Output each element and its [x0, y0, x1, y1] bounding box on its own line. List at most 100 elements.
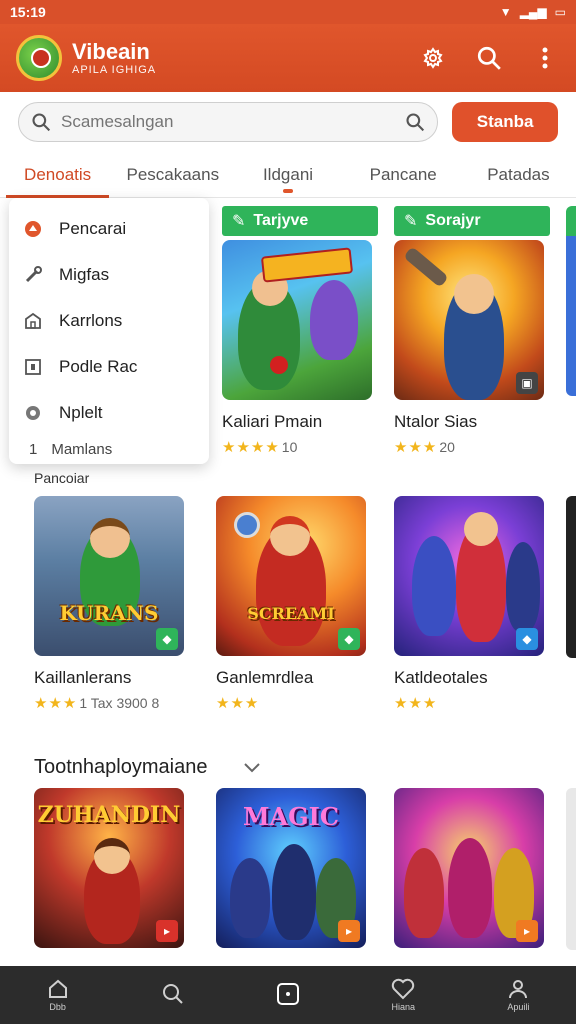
apple-shape — [270, 356, 288, 374]
orb-shape — [234, 512, 260, 538]
character-head — [94, 838, 130, 874]
character-head — [90, 518, 130, 558]
dropdown-item[interactable]: Migfas — [9, 252, 209, 298]
section-label: Pancoiar — [34, 470, 90, 486]
next-card-edge — [566, 788, 576, 950]
app-root: 15:19 ▼ ▂▄▆ ▭ Vibeain APILA IGHIGA Scame… — [0, 0, 576, 1024]
card-badge: ✎ Tarjyve — [222, 206, 378, 236]
dropdown-item[interactable]: Karrlons — [9, 298, 209, 344]
search-submit-icon[interactable] — [405, 112, 425, 132]
nav-center[interactable] — [230, 966, 345, 1024]
game-card[interactable]: MAGIC ▸ — [216, 788, 372, 948]
nav-profile[interactable]: Apuili — [461, 966, 576, 1024]
game-card[interactable]: ▸ — [394, 788, 550, 948]
rating-stars: ★★★★ — [222, 439, 280, 456]
next-card-edge — [566, 496, 576, 658]
game-artwork — [222, 240, 372, 400]
section-title: Tootnhaploymaiane — [34, 756, 208, 778]
tab-3-label: Ildgani — [262, 164, 314, 184]
search-button[interactable] — [474, 43, 504, 73]
square-icon — [23, 357, 43, 377]
tab-indicator-dot — [283, 189, 293, 193]
home-icon — [48, 979, 67, 998]
card-rating: ★★★ — [394, 694, 550, 712]
status-bar: 15:19 ▼ ▂▄▆ ▭ — [0, 0, 576, 24]
store-icon — [23, 311, 43, 331]
chevron-down-icon — [244, 762, 261, 772]
tab-2[interactable]: Pescakaans — [115, 152, 230, 197]
dropdown-item-label: Migfas — [59, 265, 110, 284]
dropdown-item[interactable]: Podle Rac — [9, 344, 209, 390]
card-title: Kaliari Pmain — [222, 412, 323, 431]
character-head — [464, 512, 498, 546]
sub-item-prefix: 1 — [29, 440, 38, 458]
game-logo-text: MAGIC — [242, 802, 339, 831]
search-row: Stanba — [0, 92, 576, 152]
game-artwork: ZUHANDIN ▸ — [34, 788, 184, 948]
square-icon — [277, 983, 299, 1005]
dropdown-sub-item[interactable]: 1 Mamlans — [9, 436, 209, 462]
game-artwork: ◆ — [394, 496, 544, 656]
app-title: Vibeain — [72, 39, 150, 64]
game-artwork: MAGIC ▸ — [216, 788, 366, 948]
character-figure — [412, 536, 456, 636]
rating-value: 10 — [281, 439, 298, 455]
tab-1[interactable]: Denoatis — [0, 152, 115, 198]
tab-4[interactable]: Pancane — [346, 152, 461, 197]
card-title: Kaillanlerans — [34, 668, 132, 687]
dropdown-item[interactable]: Nplelt — [9, 390, 209, 436]
rating-stars: ★★★ — [394, 439, 438, 456]
bottom-nav: Dbb Hiana Apuili — [0, 966, 576, 1024]
search-action-button[interactable]: Stanba — [452, 102, 558, 142]
profile-icon — [509, 980, 528, 999]
card-rating: ★★★ 20 — [394, 438, 550, 456]
game-card[interactable]: ZUHANDIN ▸ — [34, 788, 190, 948]
nav-home[interactable]: Dbb — [0, 966, 115, 1024]
category-tabs: Denoatis Pescakaans Ildgani Pancane Pata… — [0, 152, 576, 198]
dropdown-item-label: Pencarai — [59, 219, 127, 238]
section-header[interactable]: Tootnhaploymaiane — [34, 756, 261, 779]
controller-icon: ▸ — [156, 920, 178, 942]
game-artwork: SCREAMI ◆ — [216, 496, 366, 656]
nav-favorites[interactable]: Hiana — [346, 966, 461, 1024]
game-artwork: ▣ — [394, 240, 544, 400]
battery-icon: ▭ — [554, 5, 566, 19]
character-figure — [272, 844, 316, 940]
nav-label: Apuili — [507, 1002, 530, 1012]
game-card[interactable]: ✎ Sorajyr ▣ Ntalor Sias ★★★ 20 — [394, 206, 550, 456]
controller-icon: ◆ — [156, 628, 178, 650]
game-card[interactable]: SCREAMI ◆ Ganlemrdlea ★★★ — [216, 496, 372, 712]
game-logo-text: KURANS — [59, 601, 159, 625]
settings-button[interactable] — [418, 43, 448, 73]
game-artwork: ▸ — [394, 788, 544, 948]
category-dropdown: Pencarai Migfas Karrlons Podle Rac Nplel… — [9, 198, 209, 464]
tab-5[interactable]: Patadas — [461, 152, 576, 197]
game-card[interactable]: ✎ Tarjyve Kaliari Pmain ★★★★ 10 — [222, 206, 378, 456]
edit-icon: ✎ — [232, 213, 246, 230]
more-button[interactable] — [530, 43, 560, 73]
rating-value: 20 — [439, 439, 455, 455]
card-title: Katldeotales — [394, 668, 488, 687]
wrench-shape — [403, 246, 449, 288]
nav-label: Dbb — [49, 1002, 66, 1012]
card-badge-label: Tarjyve — [253, 212, 309, 229]
sub-item-label: Mamlans — [51, 440, 113, 458]
card-badge: ✎ Sorajyr — [394, 206, 550, 236]
signal-icon: ▂▄▆ — [519, 5, 547, 19]
more-vertical-icon — [542, 47, 548, 69]
character-head — [270, 516, 310, 556]
app-bar-actions — [418, 43, 560, 73]
nav-search[interactable] — [115, 966, 230, 1024]
search-input[interactable] — [61, 112, 396, 132]
game-logo-text: ZUHANDIN — [37, 802, 181, 828]
search-box[interactable] — [18, 102, 439, 142]
app-titles: Vibeain APILA IGHIGA — [72, 39, 156, 77]
dropdown-item[interactable]: Pencarai — [9, 206, 209, 252]
controller-icon: ◆ — [516, 628, 538, 650]
pin-icon — [23, 403, 43, 423]
dropdown-item-label: Nplelt — [59, 403, 103, 422]
game-card[interactable]: KURANS ◆ Kaillanlerans ★★★ 1 Tax 3900 8 — [34, 496, 190, 712]
tab-3[interactable]: Ildgani — [230, 152, 345, 197]
app-logo — [16, 35, 62, 81]
game-card[interactable]: ◆ Katldeotales ★★★ — [394, 496, 550, 712]
